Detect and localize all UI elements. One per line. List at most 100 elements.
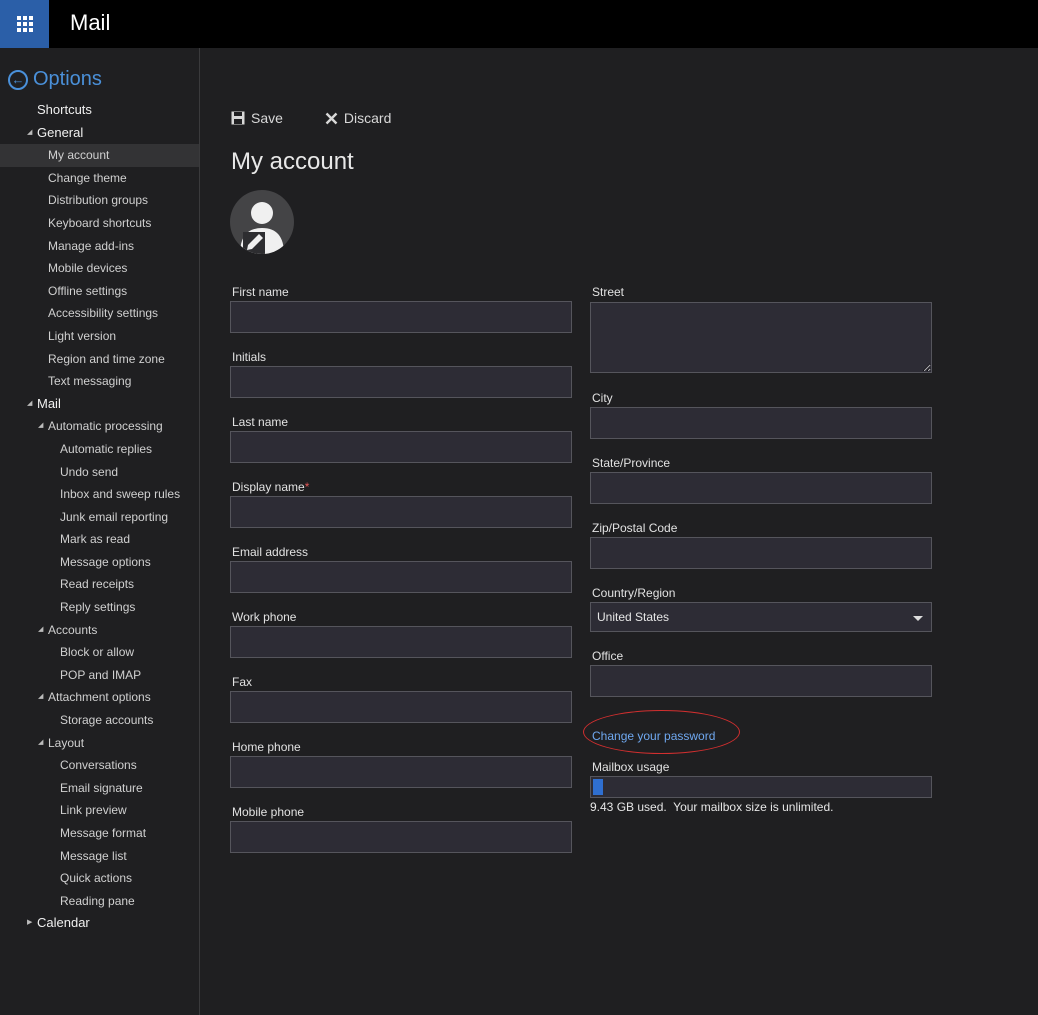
options-back-button[interactable]: ← Options [8, 68, 102, 91]
sidebar-item-reading-pane[interactable]: Reading pane [0, 890, 199, 913]
first-name-field[interactable] [230, 301, 572, 333]
street-field[interactable] [590, 302, 932, 373]
save-button[interactable]: Save [231, 110, 283, 126]
email-field[interactable] [230, 561, 572, 593]
sidebar-item-label: Block or allow [60, 645, 135, 660]
app-launcher-icon [16, 16, 33, 32]
sidebar-item-region-and-time-zone[interactable]: Region and time zone [0, 348, 199, 371]
sidebar-item-conversations[interactable]: Conversations [0, 754, 199, 777]
sidebar-item-keyboard-shortcuts[interactable]: Keyboard shortcuts [0, 212, 199, 235]
sidebar-item-attachment-options[interactable]: ◢ Attachment options [0, 686, 199, 709]
country-select[interactable]: United States [590, 602, 932, 632]
sidebar-item-reply-settings[interactable]: Reply settings [0, 596, 199, 619]
sidebar-item-layout[interactable]: ◢ Layout [0, 732, 199, 755]
sidebar-item-shortcuts[interactable]: Shortcuts [0, 99, 199, 122]
work-phone-label: Work phone [232, 610, 297, 624]
sidebar-item-automatic-processing[interactable]: ◢ Automatic processing [0, 415, 199, 438]
sidebar-item-label: Shortcuts [37, 102, 92, 117]
sidebar-item-read-receipts[interactable]: Read receipts [0, 573, 199, 596]
sidebar-item-junk-email-reporting[interactable]: Junk email reporting [0, 506, 199, 529]
sidebar-item-general[interactable]: ◢ General [0, 122, 199, 145]
mailbox-usage-fill [593, 779, 603, 795]
office-field[interactable] [590, 665, 932, 697]
change-password-link[interactable]: Change your password [592, 729, 715, 743]
expanded-caret-icon[interactable]: ◢ [38, 619, 43, 642]
discard-button[interactable]: Discard [325, 110, 391, 126]
sidebar-item-label: Mobile devices [48, 261, 128, 276]
required-marker: * [304, 480, 310, 494]
sidebar-item-distribution-groups[interactable]: Distribution groups [0, 189, 199, 212]
last-name-field[interactable] [230, 431, 572, 463]
edit-pencil-icon [243, 232, 265, 254]
sidebar-item-manage-add-ins[interactable]: Manage add-ins [0, 235, 199, 258]
collapsed-caret-icon[interactable]: ▶ [27, 912, 32, 935]
expanded-caret-icon[interactable]: ◢ [27, 393, 32, 416]
sidebar-item-accessibility-settings[interactable]: Accessibility settings [0, 302, 199, 325]
page-title: My account [231, 148, 354, 175]
discard-icon [325, 112, 338, 124]
sidebar-item-quick-actions[interactable]: Quick actions [0, 867, 199, 890]
expanded-caret-icon[interactable]: ◢ [38, 732, 43, 755]
sidebar-item-label: Change theme [48, 170, 127, 185]
discard-label: Discard [343, 110, 392, 126]
sidebar-item-text-messaging[interactable]: Text messaging [0, 370, 199, 393]
initials-label: Initials [232, 350, 267, 364]
sidebar-item-label: Automatic replies [60, 441, 153, 456]
sidebar-item-pop-and-imap[interactable]: POP and IMAP [0, 664, 199, 687]
sidebar-item-mark-as-read[interactable]: Mark as read [0, 528, 199, 551]
display-name-label-text: Display name [232, 480, 305, 494]
sidebar-item-block-or-allow[interactable]: Block or allow [0, 641, 199, 664]
country-selected-value: United States [597, 610, 670, 624]
save-label: Save [251, 110, 283, 126]
sidebar-item-my-account[interactable]: My account [0, 144, 199, 167]
sidebar-item-label: Distribution groups [48, 193, 149, 208]
avatar[interactable] [230, 190, 294, 254]
sidebar-item-calendar[interactable]: ▶ Calendar [0, 912, 199, 935]
sidebar-item-label: Undo send [60, 464, 119, 479]
sidebar-item-mail[interactable]: ◢ Mail [0, 393, 199, 416]
sidebar-item-light-version[interactable]: Light version [0, 325, 199, 348]
initials-field[interactable] [230, 366, 572, 398]
sidebar-item-automatic-replies[interactable]: Automatic replies [0, 438, 199, 461]
sidebar-item-label: Offline settings [48, 283, 128, 298]
sidebar-item-message-format[interactable]: Message format [0, 822, 199, 845]
sidebar-item-undo-send[interactable]: Undo send [0, 461, 199, 484]
sidebar-item-label: Text messaging [48, 374, 132, 389]
sidebar-item-offline-settings[interactable]: Offline settings [0, 280, 199, 303]
options-label: Options [33, 68, 102, 90]
display-name-field[interactable] [230, 496, 572, 528]
city-label: City [592, 391, 613, 405]
sidebar-item-change-theme[interactable]: Change theme [0, 167, 199, 190]
state-field[interactable] [590, 472, 932, 504]
sidebar-item-email-signature[interactable]: Email signature [0, 777, 199, 800]
sidebar-item-label: Region and time zone [48, 351, 165, 366]
display-name-label: Display name* [232, 480, 309, 494]
sidebar-item-inbox-and-sweep-rules[interactable]: Inbox and sweep rules [0, 483, 199, 506]
mobile-phone-field[interactable] [230, 821, 572, 853]
work-phone-field[interactable] [230, 626, 572, 658]
sidebar-item-mobile-devices[interactable]: Mobile devices [0, 257, 199, 280]
zip-field[interactable] [590, 537, 932, 569]
sidebar-item-storage-accounts[interactable]: Storage accounts [0, 709, 199, 732]
sidebar-item-accounts[interactable]: ◢ Accounts [0, 619, 199, 642]
state-label: State/Province [592, 456, 671, 470]
sidebar-item-message-list[interactable]: Message list [0, 845, 199, 868]
expanded-caret-icon[interactable]: ◢ [38, 415, 43, 438]
zip-label: Zip/Postal Code [592, 521, 678, 535]
expanded-caret-icon[interactable]: ◢ [27, 122, 32, 145]
mailbox-usage-label: Mailbox usage [592, 760, 670, 774]
expanded-caret-icon[interactable]: ◢ [38, 686, 43, 709]
sidebar-item-label: Message format [60, 826, 147, 840]
options-sidebar: ← Options Shortcuts ◢ General My account Cha… [0, 48, 200, 1015]
app-title: Mail [70, 10, 111, 35]
sidebar-item-label: Reading pane [60, 893, 135, 908]
city-field[interactable] [590, 407, 932, 439]
app-launcher-button[interactable] [0, 0, 49, 48]
sidebar-item-link-preview[interactable]: Link preview [0, 799, 199, 822]
fax-field[interactable] [230, 691, 572, 723]
toolbar: Save Discard [231, 110, 433, 126]
sidebar-item-label: Email signature [60, 780, 143, 795]
sidebar-item-message-options[interactable]: Message options [0, 551, 199, 574]
home-phone-field[interactable] [230, 756, 572, 788]
sidebar-item-label: Keyboard shortcuts [48, 215, 152, 230]
